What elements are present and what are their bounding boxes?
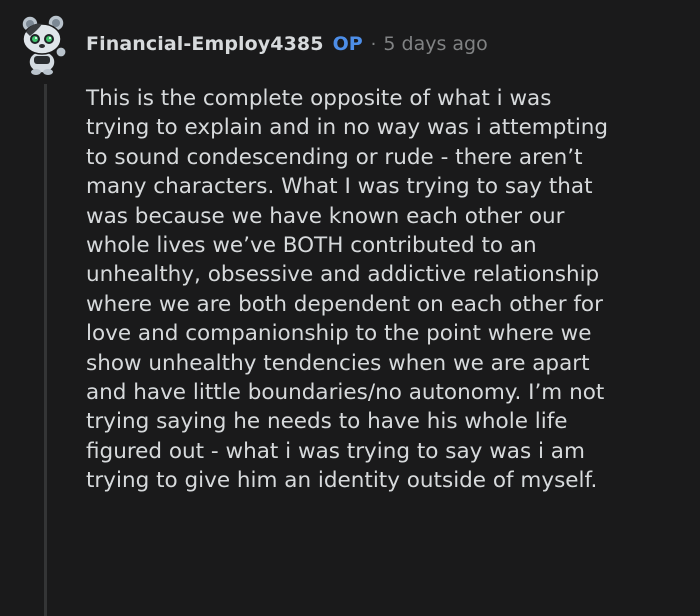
snoo-avatar-icon[interactable] bbox=[16, 12, 76, 76]
thread-line[interactable] bbox=[44, 84, 47, 616]
comment-author[interactable]: Financial-Employ4385 bbox=[86, 33, 324, 55]
comment-timestamp[interactable]: 5 days ago bbox=[383, 33, 487, 55]
separator-dot: · bbox=[370, 33, 377, 55]
comment-header: Financial-Employ4385 OP · 5 days ago bbox=[16, 12, 488, 76]
comment-body: This is the complete opposite of what i … bbox=[86, 86, 609, 494]
op-badge: OP bbox=[332, 33, 363, 55]
